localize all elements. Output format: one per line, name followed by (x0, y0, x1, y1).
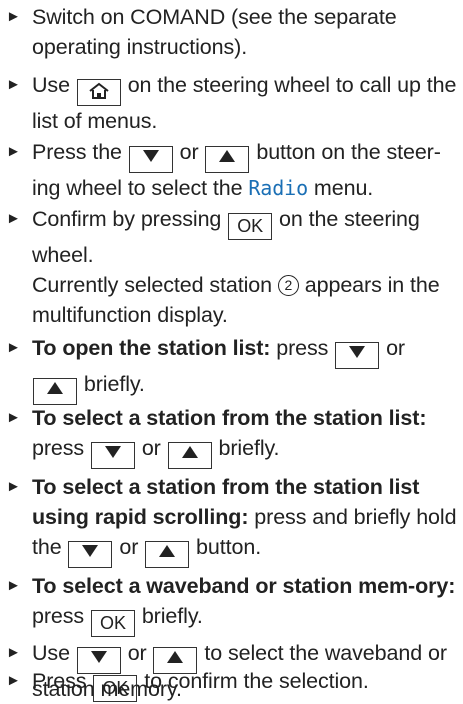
instruction-page: ► Switch on COMAND (see the separate ope… (0, 0, 463, 702)
arrow-down-icon (104, 446, 121, 458)
instruction-step-5: ► To open the station list: press or bri… (6, 333, 457, 405)
step-text: briefly. (218, 436, 280, 460)
arrow-down-icon (142, 150, 159, 162)
step-text: Confirm by pressing (32, 207, 222, 231)
instruction-step-2: ► Use on the steering wheel to call up t… (6, 70, 457, 136)
arrow-up-icon (167, 651, 184, 663)
up-button (33, 378, 77, 405)
arrow-up-icon (47, 382, 63, 394)
home-button (76, 79, 121, 106)
down-button (335, 342, 380, 369)
home-icon (89, 82, 109, 99)
up-button (167, 442, 212, 469)
up-button (145, 541, 190, 568)
instruction-step-7: ► To select a station from the station l… (6, 472, 457, 568)
arrow-up-icon (219, 150, 236, 162)
step-text: Press (32, 669, 87, 693)
arrow-down-icon (82, 545, 99, 557)
step-text: or (386, 336, 405, 360)
bullet-arrow: ► (6, 409, 21, 426)
step-text: or (119, 535, 139, 559)
instruction-step-8: ► To select a waveband or station mem-or… (6, 571, 457, 637)
up-button (205, 146, 250, 173)
instruction-step-1: ► Switch on COMAND (see the separate ope… (6, 2, 457, 62)
bullet-arrow: ► (6, 644, 21, 661)
step-text: menu. (313, 176, 374, 200)
ok-button: OK (93, 675, 138, 702)
step-text: press (32, 604, 85, 628)
instruction-step-6: ► To select a station from the station l… (6, 403, 457, 469)
step-text: or (127, 641, 147, 665)
arrow-up-icon (159, 545, 176, 557)
step-text: to confirm the selection. (144, 669, 369, 693)
arrow-down-icon (349, 346, 366, 358)
down-button (68, 541, 113, 568)
step-text: Press the (32, 140, 122, 164)
bullet-arrow: ► (6, 143, 21, 160)
step-text: briefly. (141, 604, 203, 628)
callout-number: 2 (277, 275, 299, 296)
arrow-up-icon (181, 446, 198, 458)
down-button (128, 146, 173, 173)
step-text: Switch on COMAND (see the separate opera… (32, 5, 397, 59)
down-button (90, 442, 135, 469)
step-text: press (32, 436, 85, 460)
bullet-arrow: ► (6, 339, 21, 356)
step-text: briefly. (83, 372, 145, 396)
step-text: Use (32, 73, 70, 97)
ok-button: OK (90, 610, 135, 637)
bullet-arrow: ► (6, 8, 21, 25)
step-heading: To select a station from the station lis… (32, 406, 427, 430)
step-text: Use (32, 641, 70, 665)
step-heading: To open the station list: (32, 336, 271, 360)
step-text: or (179, 140, 199, 164)
radio-menu-label: Radio (248, 176, 309, 200)
instruction-step-3: ► Press the or button on the steer-ing w… (6, 137, 457, 203)
bullet-arrow: ► (6, 672, 21, 689)
bullet-arrow: ► (6, 577, 21, 594)
step-text: or (141, 436, 161, 460)
step-text: press (276, 336, 329, 360)
instruction-step-4: ► Confirm by pressing OK on the steering… (6, 204, 457, 330)
arrow-down-icon (90, 651, 107, 663)
step-heading: To select a waveband or station mem-ory: (32, 574, 456, 598)
bullet-arrow: ► (6, 76, 21, 93)
ok-button: OK (228, 213, 273, 240)
instruction-step-10: ► Press OK to confirm the selection. (6, 666, 457, 702)
step-text: button. (196, 535, 262, 559)
bullet-arrow: ► (6, 210, 21, 227)
step-note: Currently selected station (32, 273, 272, 297)
bullet-arrow: ► (6, 478, 21, 495)
